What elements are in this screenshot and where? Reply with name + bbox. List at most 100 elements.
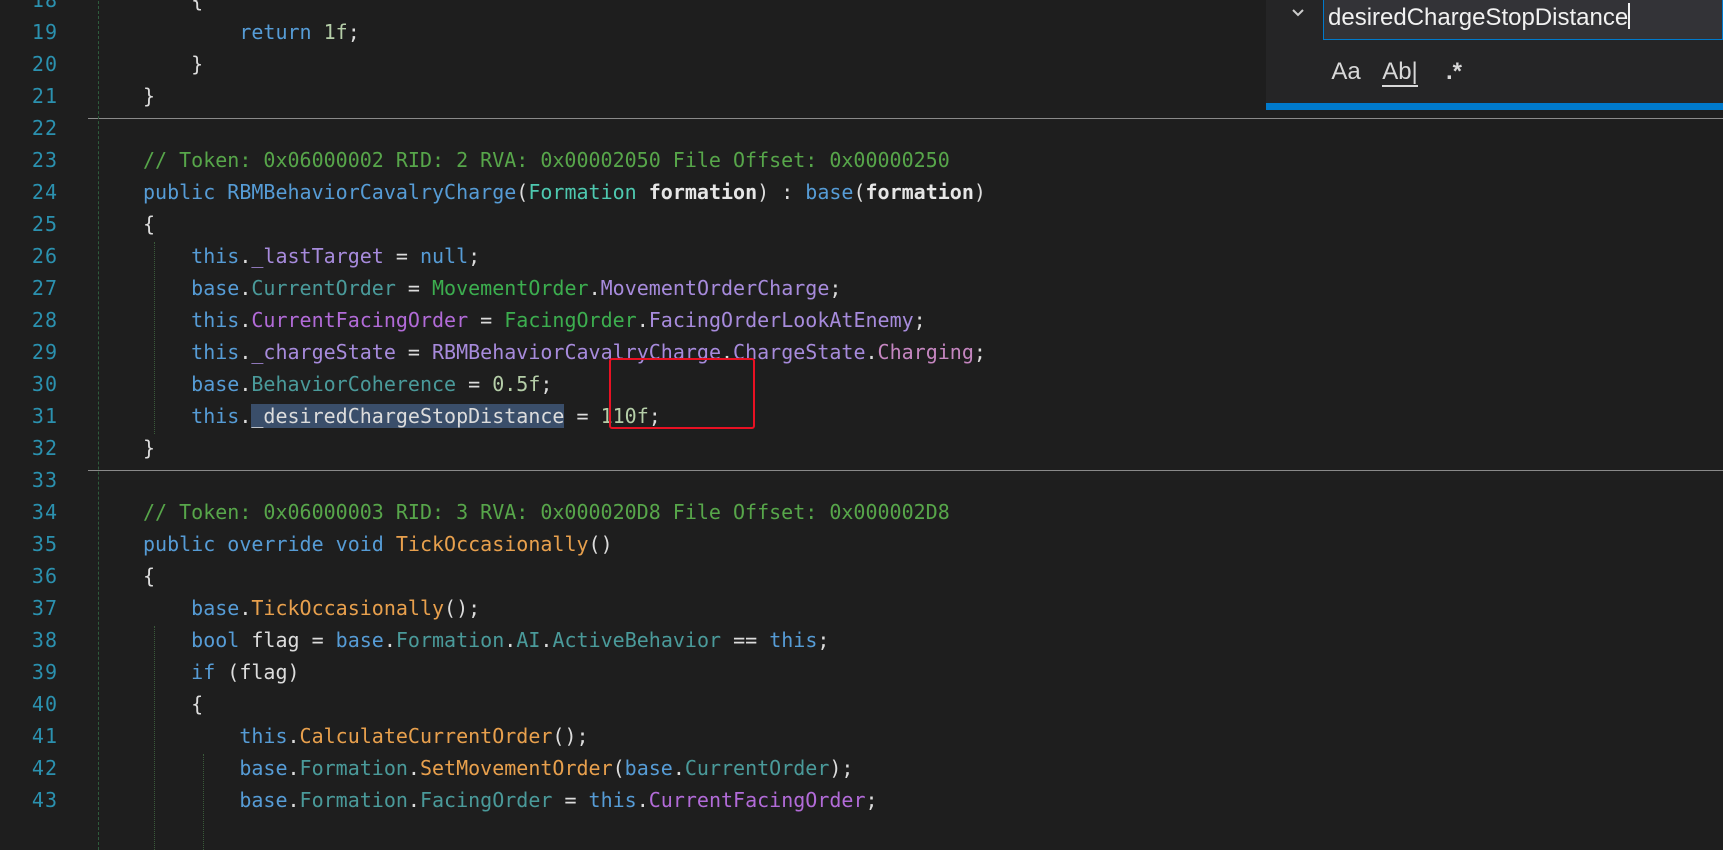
code-text: this.CalculateCurrentOrder();: [143, 720, 588, 752]
code-line[interactable]: 43 base.Formation.FacingOrder = this.Cur…: [0, 784, 1723, 816]
code-token: (: [612, 756, 625, 780]
code-text: this._desiredChargeStopDistance = 110f;: [143, 400, 661, 432]
code-line[interactable]: 33: [0, 464, 1723, 496]
code-line[interactable]: 35 public override void TickOccasionally(…: [0, 528, 1723, 560]
whole-word-button[interactable]: Ab|: [1382, 55, 1418, 89]
code-token: =: [552, 788, 589, 812]
search-input[interactable]: desiredChargeStopDistance: [1323, 0, 1723, 40]
whole-word-label: Ab|: [1382, 57, 1418, 87]
code-token: FacingOrder: [504, 308, 637, 332]
indent-guide: [154, 626, 155, 850]
line-number: 28: [31, 308, 58, 332]
code-token: Formation: [528, 180, 637, 204]
text-caret: [1628, 3, 1631, 29]
code-line[interactable]: 42 base.Formation.SetMovementOrder(base.…: [0, 752, 1723, 784]
code-text: base.Formation.SetMovementOrder(base.Cur…: [143, 752, 853, 784]
code-line[interactable]: 31 this._desiredChargeStopDistance = 110…: [0, 400, 1723, 432]
code-token: CurrentFacingOrder: [648, 788, 866, 812]
code-line[interactable]: 22: [0, 112, 1723, 144]
code-token: ;: [347, 20, 360, 44]
code-token: ();: [444, 596, 481, 620]
code-token: }: [143, 52, 204, 76]
code-token: ==: [721, 628, 770, 652]
code-token: this: [239, 724, 288, 748]
code-token: FacingOrderLookAtEnemy: [648, 308, 914, 332]
code-line[interactable]: 34 // Token: 0x06000003 RID: 3 RVA: 0x000…: [0, 496, 1723, 528]
code-token: .: [636, 308, 649, 332]
code-token: CalculateCurrentOrder: [299, 724, 553, 748]
code-text: return 1f;: [143, 16, 360, 48]
code-token: .: [672, 756, 685, 780]
line-number: 39: [31, 660, 58, 684]
code-token: base: [239, 756, 288, 780]
line-number: 43: [31, 788, 58, 812]
code-line[interactable]: 28 this.CurrentFacingOrder = FacingOrder…: [0, 304, 1723, 336]
code-line[interactable]: 29 this._chargeState = RBMBehaviorCavalr…: [0, 336, 1723, 368]
code-token: Formation: [395, 628, 505, 652]
code-token: base: [624, 756, 673, 780]
code-editor[interactable]: 18 {19 return 1f; 20 } 21} 22 23 // Token: 0x…: [0, 0, 1723, 850]
line-number: 22: [31, 116, 58, 140]
chevron-down-icon[interactable]: [1286, 4, 1310, 28]
code-token: ;: [468, 244, 481, 268]
code-token: .: [239, 308, 252, 332]
code-token: public: [143, 532, 216, 556]
code-line[interactable]: 30 base.BehaviorCoherence = 0.5f;: [0, 368, 1723, 400]
match-case-button[interactable]: Aa: [1328, 55, 1364, 89]
code-line[interactable]: 39 if (flag): [0, 656, 1723, 688]
line-number: 33: [31, 468, 58, 492]
code-token: =: [456, 372, 493, 396]
code-token: TickOccasionally: [395, 532, 589, 556]
code-line[interactable]: 36 {: [0, 560, 1723, 592]
code-line[interactable]: 32}: [0, 432, 1723, 464]
code-token: );: [829, 756, 854, 780]
code-token: public: [143, 180, 216, 204]
code-token: .: [540, 628, 553, 652]
code-token: base: [335, 628, 384, 652]
code-text: base.TickOccasionally();: [143, 592, 480, 624]
code-token: formation: [865, 180, 974, 204]
regex-button[interactable]: .*: [1436, 55, 1472, 89]
code-line[interactable]: 37 base.TickOccasionally();: [0, 592, 1723, 624]
code-text: // Token: 0x06000003 RID: 3 RVA: 0x00002…: [143, 496, 950, 528]
code-token: {: [143, 0, 204, 12]
code-text: base.BehaviorCoherence = 0.5f;: [143, 368, 552, 400]
line-number: 42: [31, 756, 58, 780]
code-line[interactable]: 38 bool flag = base.Formation.AI.ActiveB…: [0, 624, 1723, 656]
code-line[interactable]: 41 this.CalculateCurrentOrder();: [0, 720, 1723, 752]
code-token: 0.5f: [492, 372, 541, 396]
code-token: CurrentOrder: [684, 756, 830, 780]
method-separator: [88, 470, 1723, 471]
code-token: null: [419, 244, 469, 268]
code-token: .: [504, 628, 517, 652]
code-token: this: [191, 404, 240, 428]
code-token: CurrentFacingOrder: [251, 308, 469, 332]
code-text: // Token: 0x06000002 RID: 2 RVA: 0x00002…: [143, 144, 950, 176]
code-token: (: [853, 180, 866, 204]
code-line[interactable]: 24 public RBMBehaviorCavalryCharge(Format…: [0, 176, 1723, 208]
line-number: 19: [31, 20, 58, 44]
line-number: 23: [31, 148, 58, 172]
code-token: .: [407, 756, 420, 780]
line-number: 26: [31, 244, 58, 268]
code-text: if (flag): [143, 656, 299, 688]
code-token: .: [287, 724, 300, 748]
code-token: ;: [973, 340, 986, 364]
code-line[interactable]: 40 {: [0, 688, 1723, 720]
code-token: override: [227, 532, 324, 556]
code-line[interactable]: 27 base.CurrentOrder = MovementOrder.Mov…: [0, 272, 1723, 304]
code-token: ;: [540, 372, 553, 396]
code-token: .: [636, 788, 649, 812]
code-token: =: [383, 244, 420, 268]
code-token: FacingOrder: [419, 788, 553, 812]
code-line[interactable]: 23 // Token: 0x06000002 RID: 2 RVA: 0x000…: [0, 144, 1723, 176]
code-token: base: [191, 596, 240, 620]
code-text: }: [143, 432, 155, 464]
code-line[interactable]: 25 {: [0, 208, 1723, 240]
code-line[interactable]: 26 this._lastTarget = null;: [0, 240, 1723, 272]
